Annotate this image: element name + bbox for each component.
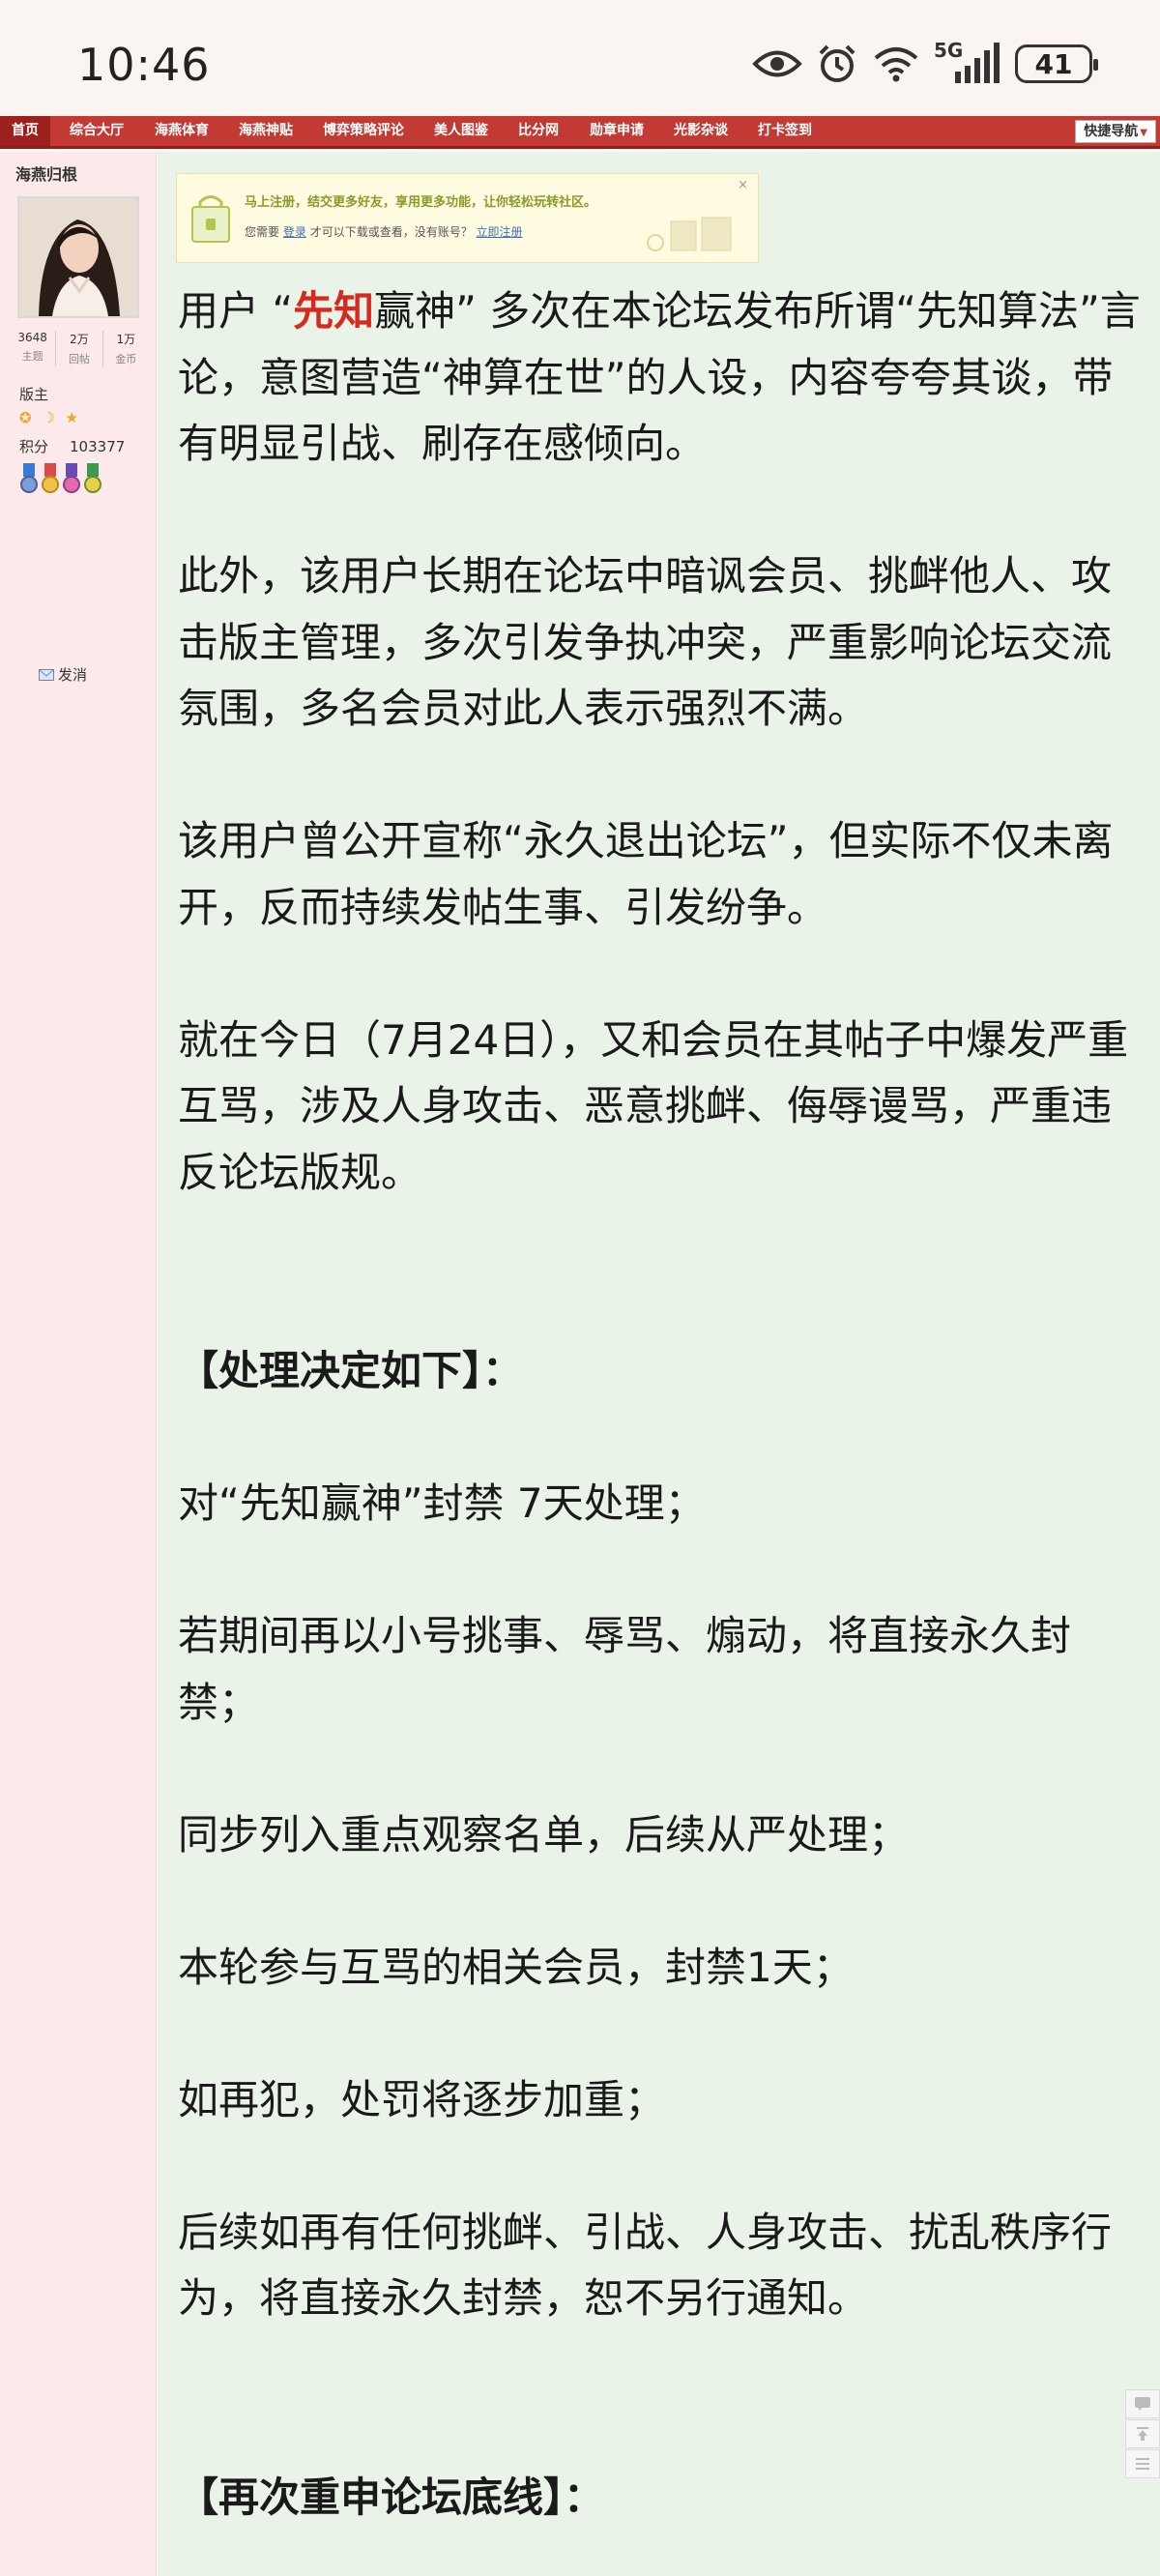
post-paragraph: 就在今日（7月24日），又和会员在其帖子中爆发严重互骂，涉及人身攻击、恶意挑衅、… [178,1015,1129,1196]
decision-item: 本轮参与互骂的相关会员，封禁1天； [178,1943,854,1991]
stat-coins[interactable]: 1万金币 [103,331,149,366]
battery-indicator: 41 [1015,44,1098,83]
send-message-label: 发消 [58,666,88,684]
login-link[interactable]: 登录 [283,225,306,239]
lock-icon [191,195,230,243]
rank-stars-icon: ✪ ☽ ★ [19,409,81,426]
nav-medals[interactable]: 勋章申请 [590,116,644,146]
nav-strategy[interactable]: 博弈策略评论 [323,116,404,146]
medal-list [19,463,102,496]
points-value: 103377 [70,438,126,455]
notice-text: 您需要 登录 才可以下载或查看，没有账号？ 立即注册 [245,223,523,240]
stat-label: 主题 [21,350,44,363]
decision-item: 对“先知赢神”封禁 7天处理； [178,1479,706,1527]
nav-general-hall[interactable]: 综合大厅 [70,116,124,146]
decision-item: 后续如再有任何挑衅、引战、人身攻击、扰乱秩序行为，将直接永久封禁，恕不另行通知。 [178,2208,1113,2323]
stat-value: 2万 [70,333,89,346]
close-icon[interactable]: × [738,178,748,192]
author-points: 积分 103377 [19,436,125,456]
top-nav: 首页 综合大厅 海燕体育 海燕神贴 博弈策略评论 美人图鉴 比分网 勋章申请 光… [0,116,1160,149]
stat-threads[interactable]: 3648 主题 [10,331,57,366]
wifi-icon [874,47,918,82]
decision-item: 如再犯，处罚将逐步加重； [178,2075,666,2123]
battery-level: 41 [1034,47,1073,80]
post-paragraph: 该用户曾公开宣称“永久退出论坛”，但实际不仅未离开，反而持续发帖生事、引发纷争。 [178,817,1114,931]
section-heading: 【处理决定如下】： [178,1347,524,1394]
avatar-image [19,198,137,316]
quick-nav-dropdown[interactable]: 快捷导航 ▼ [1075,120,1156,143]
notice-text-before: 您需要 [245,225,280,239]
register-notice: 马上注册，结交更多好友，享用更多功能，让你轻松玩转社区。 您需要 登录 才可以下… [176,173,759,263]
envelope-icon [39,668,54,681]
quick-nav-label: 快捷导航 [1084,124,1139,139]
medal-icon[interactable] [83,463,102,496]
points-label: 积分 [19,438,49,455]
stat-replies[interactable]: 2万回帖 [56,331,103,366]
nav-scores[interactable]: 比分网 [518,116,559,146]
decision-item: 同步列入重点观察名单，后续从严处理； [178,1810,910,1859]
post-body: 用户 “先知赢神” 多次在本论坛发布所谓“先知算法”言论，意图营造“神算在世”的… [178,278,1145,2531]
stat-value: 3648 [17,331,47,344]
author-role: 版主 [19,386,49,403]
avatar[interactable] [17,196,139,318]
author-name[interactable]: 海燕归根 [15,161,77,185]
back-to-top-icon[interactable] [1125,2419,1160,2448]
status-bar: 10:46 5G 41 [0,0,1160,116]
notice-text-middle: 才可以下载或查看，没有账号？ [309,225,473,239]
medal-icon[interactable] [41,463,60,496]
post-paragraph: 用户 “先知赢神” 多次在本论坛发布所谓“先知算法”言论，意图营造“神算在世”的… [178,278,1145,478]
post-text: 用户 “ [178,287,294,335]
nav-checkin[interactable]: 打卡签到 [758,116,812,146]
status-time: 10:46 [77,39,211,91]
status-icons: 5G 41 [752,39,1098,85]
author-sidebar: 海燕归根 3648 主题 2万 回帖 1万 金币 版主 ✪ ☽ ★ 积分 103377 … [0,152,157,2576]
stat-label: 回帖 [68,353,90,366]
nav-home[interactable]: 首页 [0,116,50,146]
send-message-button[interactable]: 发消 [39,664,87,685]
stat-value: 1万 [116,333,136,346]
post-paragraph: 此外，该用户长期在论坛中暗讽会员、挑衅他人、攻击版主管理，多次引发争执冲突，严重… [178,552,1113,732]
author-stats: 3648 主题 2万回帖 1万金币 [10,331,149,366]
notice-decoration-icon [647,217,732,251]
list-icon[interactable] [1125,2449,1160,2478]
post-content: 马上注册，结交更多好友，享用更多功能，让你轻松玩转社区。 您需要 登录 才可以下… [158,152,1160,2576]
nav-hot-posts[interactable]: 海燕神贴 [239,116,293,146]
signal-icon [955,43,1000,83]
decision-item: 若期间再以小号挑事、辱骂、煽动，将直接永久封禁； [178,1612,1072,1726]
nav-gallery[interactable]: 美人图鉴 [434,116,488,146]
reply-icon[interactable] [1125,2389,1160,2418]
medal-icon[interactable] [19,463,39,496]
nav-photo-talk[interactable]: 光影杂谈 [674,116,728,146]
register-link[interactable]: 立即注册 [477,225,523,239]
chevron-down-icon: ▼ [1140,128,1147,138]
section-heading: 【再次重申论坛底线】： [178,2473,605,2521]
nav-sports[interactable]: 海燕体育 [155,116,209,146]
eye-icon [752,50,802,77]
highlighted-username: 先知 [293,287,375,335]
notice-title: 马上注册，结交更多好友，享用更多功能，让你轻松玩转社区。 [245,195,597,210]
stat-label: 金币 [115,353,137,366]
medal-icon[interactable] [62,463,81,496]
alarm-icon [819,44,856,82]
cellular-signal: 5G [934,39,1001,85]
